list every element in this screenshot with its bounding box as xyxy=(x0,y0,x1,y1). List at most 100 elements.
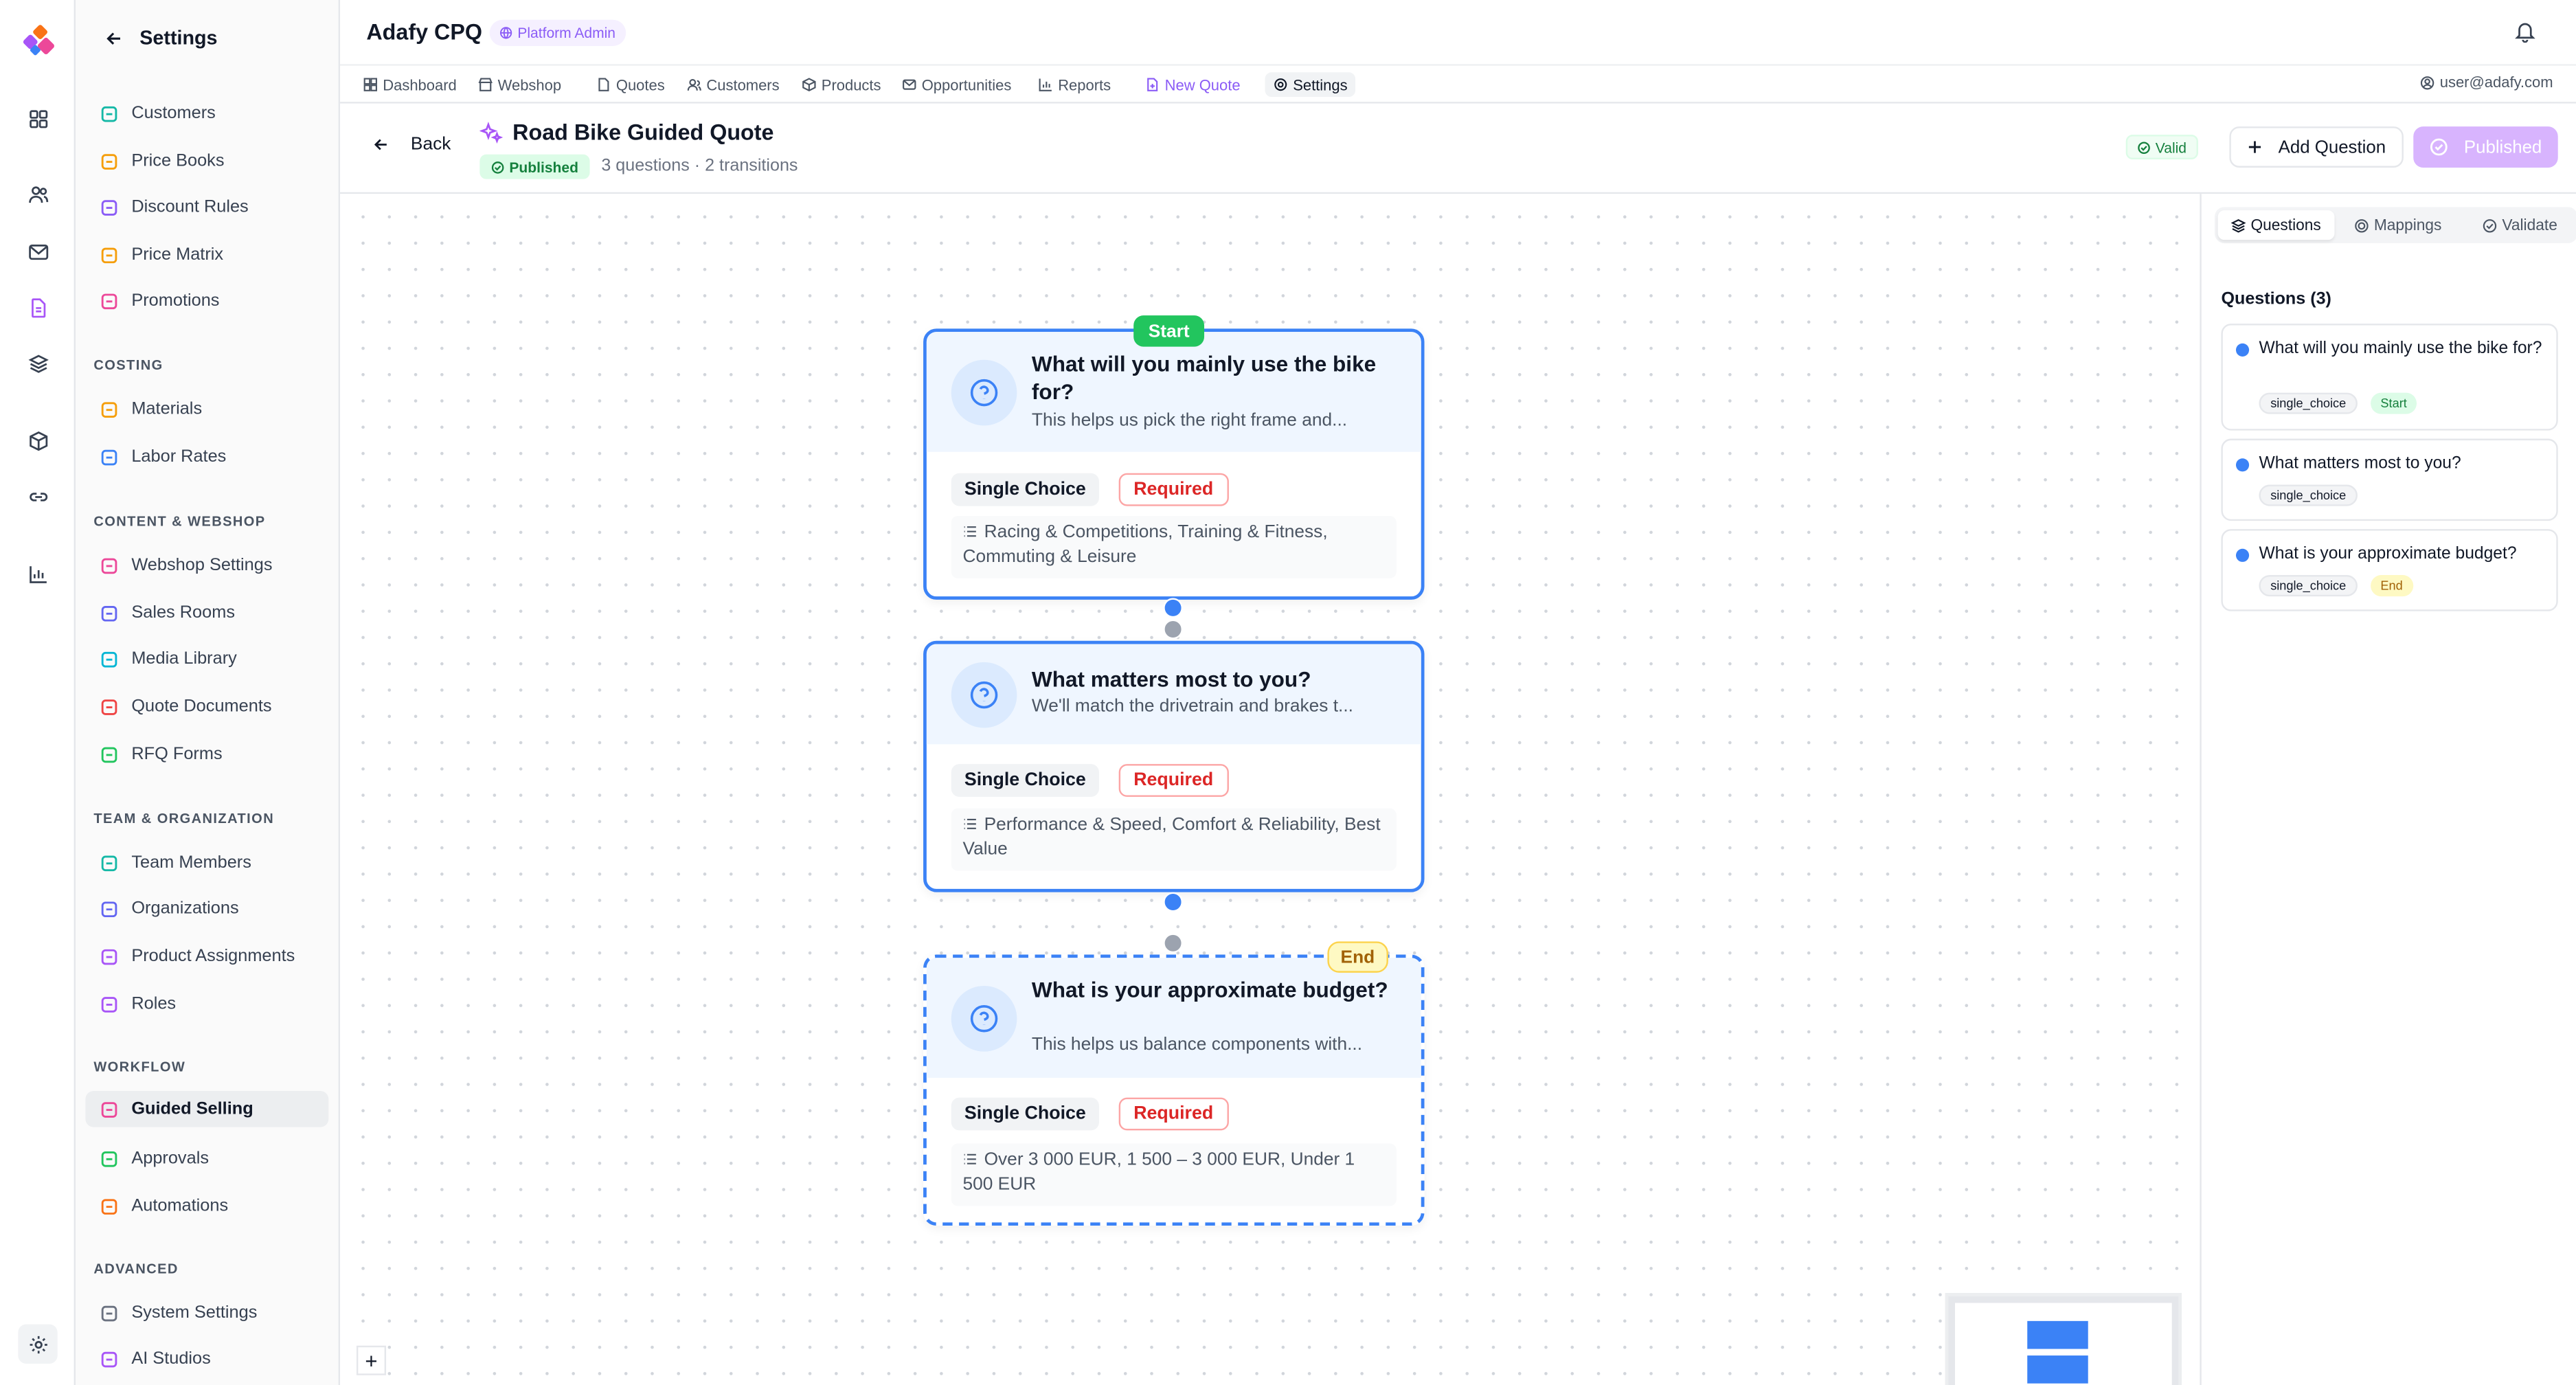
sidebar-item-guided-selling[interactable]: Guided Selling xyxy=(85,1091,329,1127)
sidebar-item-icon xyxy=(98,447,118,467)
box-rail-icon[interactable] xyxy=(21,424,54,457)
add-question-button[interactable]: Add Question xyxy=(2229,126,2404,168)
question-node-1[interactable]: What will you mainly use the bike for? T… xyxy=(923,315,1425,600)
chart-rail-icon[interactable] xyxy=(21,557,54,590)
source-handle[interactable] xyxy=(1163,598,1183,618)
type-tag: Single Choice xyxy=(951,764,1099,797)
sidebar-item-product-assignments[interactable]: Product Assignments xyxy=(85,938,328,975)
target-handle[interactable] xyxy=(1163,619,1183,640)
required-tag: Required xyxy=(1118,473,1228,506)
sidebar-item-ai-studios[interactable]: AI Studios xyxy=(85,1341,328,1377)
settings-header[interactable]: Settings xyxy=(105,26,218,49)
sidebar-item-label: Price Books xyxy=(131,151,225,171)
question-node-2[interactable]: What matters most to you? We'll match th… xyxy=(923,640,1425,892)
nav-reports[interactable]: Reports xyxy=(1038,74,1111,95)
nav-customers[interactable]: Customers xyxy=(687,74,780,95)
plus-icon xyxy=(2248,141,2261,153)
sidebar-item-organizations[interactable]: Organizations xyxy=(85,890,328,927)
sparkles-icon xyxy=(479,120,503,143)
tab-label: Mappings xyxy=(2373,216,2442,234)
flow-canvas[interactable]: What will you mainly use the bike for? T… xyxy=(340,194,2200,1385)
check-circle-icon xyxy=(2138,141,2150,153)
chart-icon xyxy=(1039,78,1052,91)
type-chip: single_choice xyxy=(2259,392,2358,414)
sidebar-item-approvals[interactable]: Approvals xyxy=(85,1140,328,1177)
sidebar-item-label: Price Matrix xyxy=(131,245,224,265)
question-list-item[interactable]: What matters most to you? single_choice xyxy=(2221,438,2558,521)
sidebar-item-roles[interactable]: Roles xyxy=(85,986,328,1022)
sidebar-item-customers[interactable]: Customers xyxy=(85,95,328,132)
nav-quotes[interactable]: Quotes xyxy=(596,74,665,95)
tab-mappings[interactable]: Mappings xyxy=(2341,210,2455,240)
node-header: What will you mainly use the bike for? T… xyxy=(926,332,1421,452)
right-panel: Questions Mappings Validate Questions (3… xyxy=(2200,194,2576,1385)
sidebar-item-media-library[interactable]: Media Library xyxy=(85,641,328,677)
nav-opportunities[interactable]: Opportunities xyxy=(902,74,1011,95)
user-menu[interactable]: user@adafy.com xyxy=(2420,74,2553,91)
globe-icon xyxy=(500,27,512,39)
nav-dashboard[interactable]: Dashboard xyxy=(363,74,457,95)
zoom-in-button[interactable]: + xyxy=(356,1345,387,1375)
users-rail-icon[interactable] xyxy=(21,177,54,210)
sidebar-item-webshop-settings[interactable]: Webshop Settings xyxy=(85,547,328,583)
sidebar-item-labor-rates[interactable]: Labor Rates xyxy=(85,439,328,475)
help-circle-icon xyxy=(951,359,1017,426)
document-rail-icon[interactable] xyxy=(21,291,54,324)
dashboard-rail-icon[interactable] xyxy=(21,102,54,135)
valid-label: Valid xyxy=(2155,139,2187,156)
nav-new-quote[interactable]: New Quote xyxy=(1145,74,1241,95)
node-options-text: Performance & Speed, Comfort & Reliabili… xyxy=(962,815,1381,859)
sidebar-item-quote-documents[interactable]: Quote Documents xyxy=(85,688,328,725)
sidebar-item-label: AI Studios xyxy=(131,1349,211,1369)
add-question-label: Add Question xyxy=(2278,137,2386,157)
sidebar-item-materials[interactable]: Materials xyxy=(85,391,328,427)
question-list-item[interactable]: What will you mainly use the bike for? s… xyxy=(2221,324,2558,431)
question-node-3[interactable]: What is your approximate budget? This he… xyxy=(923,941,1425,1226)
back-button[interactable]: Back xyxy=(373,135,451,155)
sidebar-item-discount-rules[interactable]: Discount Rules xyxy=(85,189,328,225)
sidebar-item-team-members[interactable]: Team Members xyxy=(85,844,328,881)
bell-icon[interactable] xyxy=(2513,20,2536,43)
flow-meta: 3 questions · 2 transitions xyxy=(601,156,798,176)
sidebar-item-icon xyxy=(98,245,118,264)
target-handle[interactable] xyxy=(1163,933,1183,954)
tab-validate[interactable]: Validate xyxy=(2470,210,2571,240)
mail-rail-icon[interactable] xyxy=(21,235,54,268)
check-circle-icon xyxy=(491,160,504,173)
status-badge: Published xyxy=(479,154,590,179)
panel-tabs: Questions Mappings Validate xyxy=(2214,207,2576,243)
sidebar-item-price-books[interactable]: Price Books xyxy=(85,143,328,179)
settings-rail-icon[interactable] xyxy=(18,1324,58,1364)
arrow-left-icon[interactable] xyxy=(105,29,123,47)
sidebar-item-icon xyxy=(98,994,118,1014)
source-handle[interactable] xyxy=(1163,892,1183,912)
check-circle-icon xyxy=(2430,138,2448,156)
logo-icon[interactable] xyxy=(21,25,54,58)
node-description: This helps us balance components with... xyxy=(1031,1035,1363,1055)
nav-webshop[interactable]: Webshop xyxy=(478,74,561,95)
publish-button[interactable]: Published xyxy=(2413,126,2558,168)
sidebar-item-system-settings[interactable]: System Settings xyxy=(85,1295,328,1331)
nav-settings[interactable]: Settings xyxy=(1265,72,1356,98)
sidebar-item-price-matrix[interactable]: Price Matrix xyxy=(85,236,328,273)
sidebar-item-icon xyxy=(98,1149,118,1169)
link-rail-icon[interactable] xyxy=(21,480,54,513)
question-list-item[interactable]: What is your approximate budget? single_… xyxy=(2221,529,2558,611)
question-dot xyxy=(2235,548,2250,562)
tab-questions[interactable]: Questions xyxy=(2217,210,2334,240)
sidebar-item-label: Guided Selling xyxy=(131,1099,253,1119)
type-tag: Single Choice xyxy=(951,473,1099,506)
nav-products[interactable]: Products xyxy=(802,74,881,95)
sidebar-item-rfq-forms[interactable]: RFQ Forms xyxy=(85,736,328,772)
sidebar-item-icon xyxy=(98,197,118,217)
layers-rail-icon[interactable] xyxy=(21,347,54,380)
required-tag: Required xyxy=(1118,764,1228,797)
sidebar-item-automations[interactable]: Automations xyxy=(85,1188,328,1224)
sidebar-item-promotions[interactable]: Promotions xyxy=(85,282,328,319)
help-circle-icon xyxy=(951,662,1017,728)
nav-label: Customers xyxy=(706,76,780,93)
page-header: Back Road Bike Guided Quote Published 3 … xyxy=(340,103,2576,194)
users-icon xyxy=(687,78,701,91)
minimap[interactable] xyxy=(1945,1293,2182,1385)
sidebar-item-sales-rooms[interactable]: Sales Rooms xyxy=(85,595,328,631)
